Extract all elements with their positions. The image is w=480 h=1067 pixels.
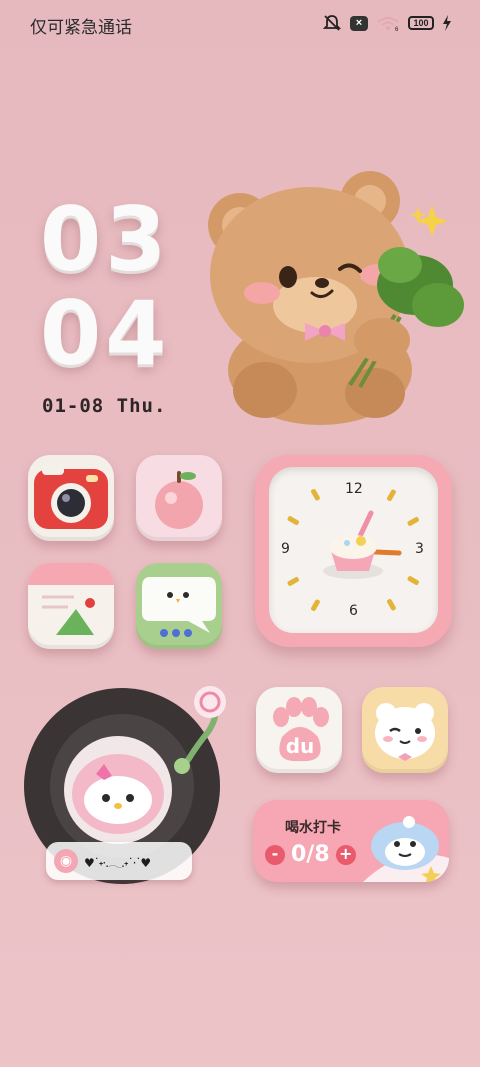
- clock-minutes: 04: [40, 282, 171, 385]
- white-bear-icon: [375, 703, 435, 761]
- music-lollipop-icon: ◉: [54, 849, 78, 873]
- calendar-icon: [28, 563, 114, 635]
- paw-du-icon: du: [273, 697, 329, 762]
- calendar-app[interactable]: [28, 563, 114, 649]
- water-mascot-illustration: [363, 816, 449, 882]
- svg-text:6: 6: [395, 27, 399, 31]
- mute-bell-icon: [322, 14, 342, 32]
- bear-with-bouquet-illustration: [200, 165, 470, 425]
- wifi-icon: 6: [376, 15, 400, 31]
- water-checkin-widget[interactable]: 喝水打卡 - 0/8 +: [253, 800, 449, 882]
- battery-icon: 100: [408, 16, 434, 30]
- carrier-status-text: 仅可紧急通话: [30, 18, 132, 38]
- clock-face: 12 3 6 9: [269, 467, 438, 633]
- baidu-app[interactable]: du: [256, 687, 342, 773]
- status-bar: 仅可紧急通话 × 6 100: [0, 0, 480, 48]
- analog-clock-widget[interactable]: 12 3 6 9: [255, 455, 452, 647]
- water-plus-button[interactable]: +: [335, 844, 356, 865]
- clock-date: 01-08 Thu.: [42, 395, 167, 417]
- apple-icon: [155, 471, 203, 529]
- clock-hands-and-cupcake: [287, 489, 419, 611]
- charging-bolt-icon: [442, 15, 452, 31]
- apple-app[interactable]: [136, 455, 222, 541]
- camera-icon: [34, 463, 108, 529]
- water-counter: - 0/8 +: [265, 842, 356, 867]
- water-widget-title: 喝水打卡: [285, 820, 341, 836]
- clock-hours: 03: [40, 188, 171, 291]
- water-count-text: 0/8: [291, 842, 330, 867]
- messages-app[interactable]: [136, 563, 222, 649]
- water-minus-button[interactable]: -: [265, 844, 285, 865]
- chat-bird-icon: [142, 577, 216, 637]
- bear-face-app[interactable]: [362, 687, 448, 773]
- status-icons: × 6 100: [322, 14, 452, 32]
- sim-x-icon: ×: [350, 15, 368, 31]
- baidu-du-text: du: [286, 734, 315, 758]
- camera-app[interactable]: [28, 455, 114, 541]
- music-now-playing-bar[interactable]: ◉ ♥˙˖·.𓂃.˖˙·˙♥: [46, 842, 192, 880]
- now-playing-text: ♥˙˖·.𓂃.˖˙·˙♥: [84, 856, 151, 870]
